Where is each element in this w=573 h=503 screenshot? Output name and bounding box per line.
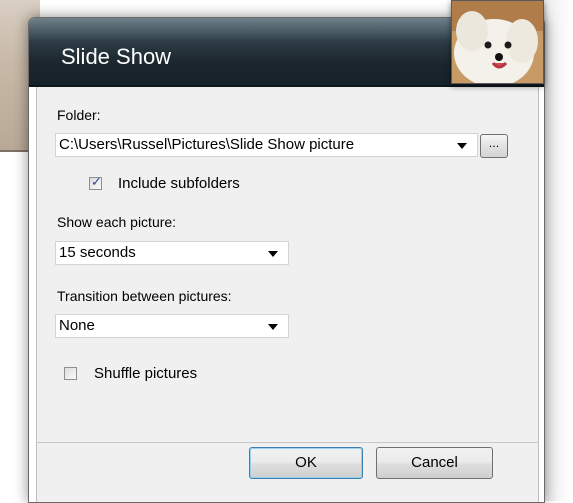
shuffle-pictures-checkbox[interactable] xyxy=(64,367,77,380)
dialog-title: Slide Show xyxy=(61,44,172,69)
transition-label: Transition between pictures: xyxy=(57,288,232,304)
include-subfolders-label[interactable]: Include subfolders xyxy=(118,175,240,192)
preview-thumbnail xyxy=(451,0,544,84)
dog-photo-icon xyxy=(452,1,543,83)
show-each-picture-label: Show each picture: xyxy=(57,214,177,230)
shuffle-pictures-label[interactable]: Shuffle pictures xyxy=(94,365,197,382)
cancel-button[interactable]: Cancel xyxy=(376,447,493,479)
dropdown-arrow-icon[interactable] xyxy=(268,324,278,330)
show-each-picture-value: 15 seconds xyxy=(59,244,136,261)
transition-select[interactable]: None xyxy=(55,314,289,338)
folder-select[interactable]: C:\Users\Russel\Pictures\Slide Show pict… xyxy=(55,133,478,157)
background-edge xyxy=(544,0,573,501)
dropdown-arrow-icon[interactable] xyxy=(268,251,278,257)
dropdown-arrow-icon[interactable] xyxy=(457,143,467,149)
browse-button[interactable]: ... xyxy=(480,134,508,158)
ok-button[interactable]: OK xyxy=(249,447,363,479)
include-subfolders-checkbox[interactable]: ✓ xyxy=(89,175,102,190)
folder-label: Folder: xyxy=(57,107,101,123)
folder-value: C:\Users\Russel\Pictures\Slide Show pict… xyxy=(59,136,355,153)
transition-value: None xyxy=(59,317,95,334)
checkmark-icon: ✓ xyxy=(91,175,102,190)
show-each-picture-select[interactable]: 15 seconds xyxy=(55,241,289,265)
